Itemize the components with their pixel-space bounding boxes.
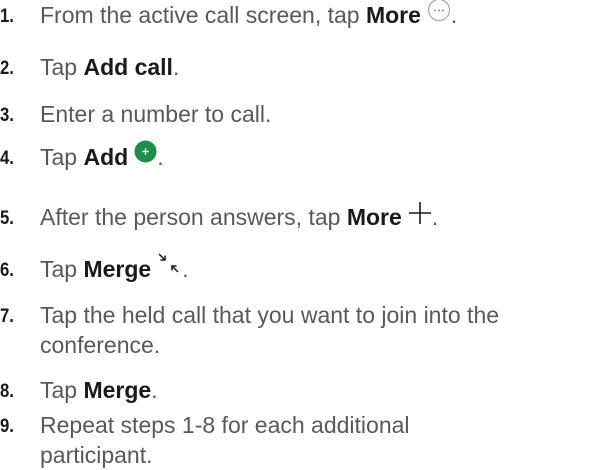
step-text: Tap the held call that you want to join …	[40, 302, 500, 358]
steps-list: 1. From the active call screen, tap More…	[0, 0, 604, 470]
step-number: 1.	[0, 6, 14, 27]
merge-arrows-icon	[156, 252, 182, 276]
step-number: 9.	[0, 416, 14, 437]
step-text: Repeat steps 1-8 for each additional par…	[40, 412, 410, 468]
step-number: 8.	[0, 381, 14, 402]
more-label: More	[346, 204, 402, 230]
add-green-circle-icon	[134, 140, 157, 163]
plus-icon	[408, 201, 432, 225]
more-circle-icon	[427, 0, 451, 22]
step-text: Tap Add.	[40, 140, 602, 172]
step-text: After the person answers, tap More.	[40, 201, 602, 232]
step-number: 5.	[0, 208, 14, 229]
add-label: Add	[83, 144, 129, 170]
more-label: More	[365, 2, 421, 28]
step-text: Tap Add call.	[40, 54, 180, 80]
step-number: 2.	[0, 58, 14, 79]
step-number: 3.	[0, 105, 14, 126]
merge-label: Merge	[83, 256, 152, 282]
step-number: 4.	[0, 148, 14, 169]
step-number: 7.	[0, 306, 14, 327]
step-text: From the active call screen, tap More.	[40, 0, 602, 30]
step-text: Tap Merge.	[40, 252, 602, 284]
add-call-label: Add call	[83, 54, 173, 80]
step-number: 6.	[0, 260, 14, 281]
merge-label: Merge	[83, 377, 152, 403]
step-text: Tap Merge.	[40, 377, 158, 403]
step-text: Enter a number to call.	[40, 101, 272, 127]
